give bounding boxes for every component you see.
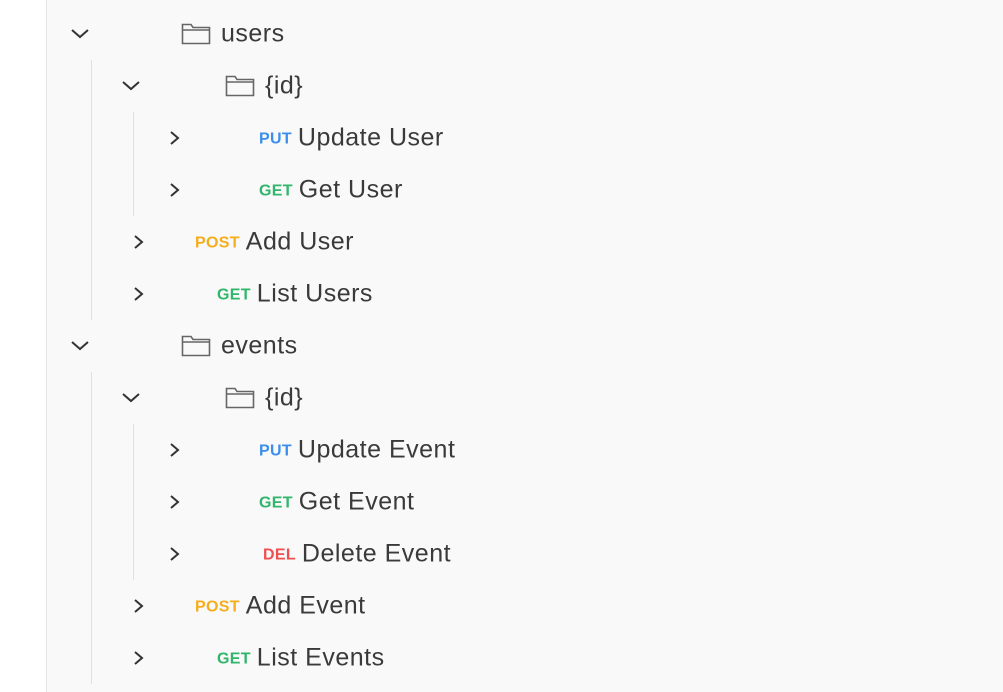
chevron-right-icon[interactable]: [163, 178, 187, 202]
folder-icon: [225, 387, 255, 409]
chevron-down-icon[interactable]: [68, 22, 92, 46]
chevron-right-icon[interactable]: [127, 282, 151, 306]
request-row-update-user[interactable]: PUT Update User: [47, 112, 1003, 164]
chevron-down-icon[interactable]: [119, 74, 143, 98]
chevron-right-icon[interactable]: [127, 594, 151, 618]
method-badge-post: POST: [195, 598, 240, 616]
folder-icon: [181, 335, 211, 357]
request-row-update-event[interactable]: PUT Update Event: [47, 424, 1003, 476]
folder-label-id: {id}: [265, 383, 304, 412]
request-label: PUT Update User: [259, 124, 444, 153]
request-name: Update User: [297, 123, 444, 152]
request-row-get-event[interactable]: GET Get Event: [47, 476, 1003, 528]
chevron-right-icon[interactable]: [127, 230, 151, 254]
request-label: PUT Update Event: [259, 436, 455, 465]
request-name: Add Event: [245, 591, 366, 620]
request-row-get-user[interactable]: GET Get User: [47, 164, 1003, 216]
request-label: GET Get User: [259, 176, 403, 205]
folder-row-events[interactable]: events: [47, 320, 1003, 372]
request-label: POST Add User: [195, 228, 354, 257]
chevron-down-icon[interactable]: [68, 334, 92, 358]
request-row-list-events[interactable]: GET List Events: [47, 632, 1003, 684]
method-badge-put: PUT: [259, 130, 292, 148]
folder-label-events: events: [221, 331, 298, 360]
request-name: Get User: [298, 175, 403, 204]
folder-label-users: users: [221, 19, 285, 48]
request-name: Update Event: [297, 435, 456, 464]
request-name: Add User: [245, 227, 354, 256]
method-badge-del: DEL: [263, 546, 296, 564]
method-badge-get: GET: [259, 182, 293, 200]
folder-row-events-id[interactable]: {id}: [47, 372, 1003, 424]
method-badge-get: GET: [217, 286, 251, 304]
collection-tree-panel: users {id} PUT Update User GET Get User: [46, 0, 1003, 692]
folder-row-users[interactable]: users: [47, 8, 1003, 60]
chevron-right-icon[interactable]: [163, 542, 187, 566]
request-name: List Users: [256, 279, 373, 308]
folder-icon: [181, 23, 211, 45]
request-label: GET List Users: [217, 280, 373, 309]
request-name: Delete Event: [301, 539, 452, 568]
chevron-right-icon[interactable]: [163, 438, 187, 462]
request-name: List Events: [256, 643, 385, 672]
method-badge-get: GET: [259, 494, 293, 512]
chevron-right-icon[interactable]: [163, 126, 187, 150]
folder-label-id: {id}: [265, 71, 304, 100]
chevron-right-icon[interactable]: [163, 490, 187, 514]
request-label: DEL Delete Event: [263, 540, 451, 569]
folder-icon: [225, 75, 255, 97]
request-name: Get Event: [298, 487, 415, 516]
request-row-add-event[interactable]: POST Add Event: [47, 580, 1003, 632]
method-badge-get: GET: [217, 650, 251, 668]
request-label: GET List Events: [217, 644, 385, 673]
request-row-delete-event[interactable]: DEL Delete Event: [47, 528, 1003, 580]
request-row-add-user[interactable]: POST Add User: [47, 216, 1003, 268]
method-badge-post: POST: [195, 234, 240, 252]
chevron-right-icon[interactable]: [127, 646, 151, 670]
request-label: GET Get Event: [259, 488, 414, 517]
folder-row-users-id[interactable]: {id}: [47, 60, 1003, 112]
method-badge-put: PUT: [259, 442, 292, 460]
request-row-list-users[interactable]: GET List Users: [47, 268, 1003, 320]
chevron-down-icon[interactable]: [119, 386, 143, 410]
request-label: POST Add Event: [195, 592, 366, 621]
